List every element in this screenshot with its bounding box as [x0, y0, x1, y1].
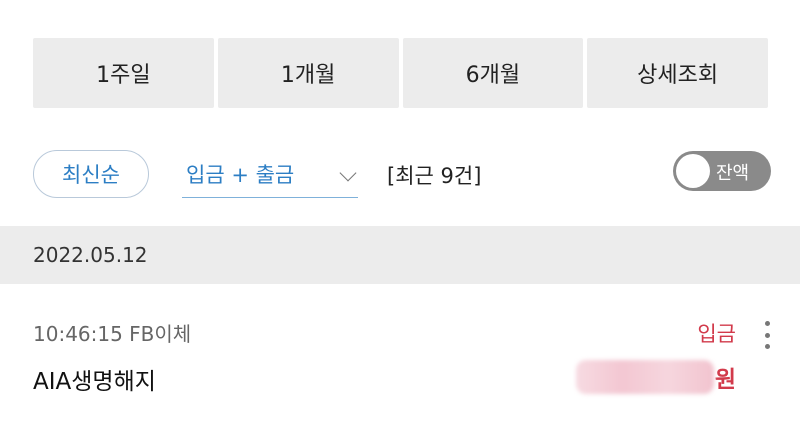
filter-row: 최신순 입금 + 출금 [최근 9건] — [33, 150, 773, 200]
transaction-type-dropdown[interactable]: 입금 + 출금 — [182, 150, 358, 198]
date-label: 2022.05.12 — [33, 243, 148, 267]
period-1month-button[interactable]: 1개월 — [217, 38, 399, 108]
period-1week-button[interactable]: 1주일 — [33, 38, 214, 108]
blurred-amount — [575, 360, 714, 394]
sort-order-button[interactable]: 최신순 — [33, 150, 149, 198]
transaction-description: AIA생명해지 — [33, 369, 156, 395]
transaction-row[interactable]: 10:46:15 FB이체 AIA생명해지 입금 원 — [0, 300, 800, 410]
detail-search-button[interactable]: 상세조회 — [587, 38, 768, 108]
more-options-icon[interactable] — [764, 321, 770, 349]
transaction-time-method: 10:46:15 FB이체 — [33, 322, 192, 346]
balance-toggle[interactable]: 잔액 — [673, 151, 771, 191]
period-tab-bar: 1주일 1개월 6개월 상세조회 — [33, 38, 768, 108]
balance-toggle-label: 잔액 — [716, 163, 750, 184]
transaction-amount: 원 — [575, 358, 736, 396]
currency-suffix: 원 — [714, 367, 736, 393]
transaction-count: [최근 9건] — [387, 164, 482, 188]
chevron-down-icon — [339, 164, 357, 182]
period-6month-button[interactable]: 6개월 — [402, 38, 584, 108]
transaction-type-label: 입금 + 출금 — [186, 162, 295, 187]
date-header: 2022.05.12 — [0, 226, 800, 284]
toggle-knob — [676, 154, 710, 188]
transaction-type-badge: 입금 — [697, 322, 736, 346]
